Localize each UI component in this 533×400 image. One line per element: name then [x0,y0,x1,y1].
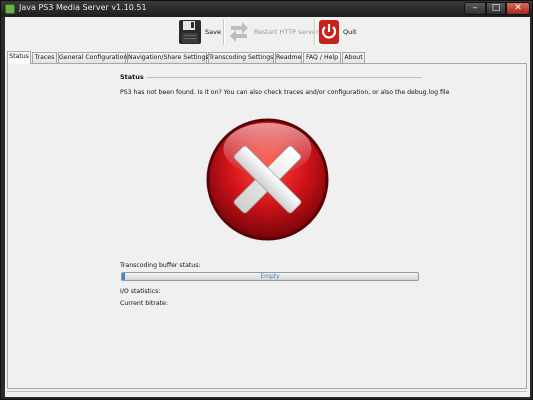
title-bar[interactable]: Java PS3 Media Server v1.10.51 – □ ✕ [1,1,532,17]
maximize-button[interactable]: □ [486,2,506,15]
progress-text: Empty [260,273,280,280]
restart-http-server-button[interactable]: Restart HTTP server [227,17,319,47]
refresh-arrows-icon [230,22,248,42]
quit-label: Quit [343,28,357,36]
quit-button[interactable]: Quit [318,17,357,47]
minimize-button[interactable]: – [464,2,486,15]
restart-label: Restart HTTP server [254,28,319,36]
transcoding-buffer-label: Transcoding buffer status: [120,262,201,269]
toolbar-separator [223,19,225,45]
status-panel: Status PS3 has not been found. Is it on?… [7,63,527,389]
heading-divider [147,77,422,78]
tab-faq-help[interactable]: FAQ / Help [303,52,341,63]
app-window: Java PS3 Media Server v1.10.51 – □ ✕ Sav… [0,0,533,400]
window-title: Java PS3 Media Server v1.10.51 [19,3,147,12]
floppy-disk-icon [179,20,201,44]
status-heading: Status [120,73,144,81]
tab-status[interactable]: Status [7,51,31,64]
app-icon [5,4,15,14]
save-button[interactable]: Save [178,17,221,47]
tab-about[interactable]: About [342,52,365,63]
toolbar: Save Restart HTTP server Quit [5,17,530,49]
tab-traces[interactable]: Traces [32,52,57,63]
toolbar-separator [314,19,316,45]
client-area: Save Restart HTTP server Quit Status Tra… [5,17,530,397]
tab-readme[interactable]: Readme [275,52,302,63]
tab-general-configuration[interactable]: General Configuration [58,52,127,63]
tab-navigation-share-settings[interactable]: Navigation/Share Settings [127,52,209,63]
status-message: PS3 has not been found. Is it on? You ca… [120,89,450,96]
tab-transcoding-settings[interactable]: Transcoding Settings [208,52,274,63]
error-x-icon [206,118,329,241]
power-icon [319,20,339,44]
status-bar [7,391,527,396]
save-label: Save [205,28,221,36]
current-bitrate-label: Current bitrate: [120,300,168,307]
io-statistics-label: I/O statistics: [120,288,161,295]
close-button[interactable]: ✕ [506,2,530,15]
transcoding-buffer-progress-bar: Empty [121,272,419,281]
